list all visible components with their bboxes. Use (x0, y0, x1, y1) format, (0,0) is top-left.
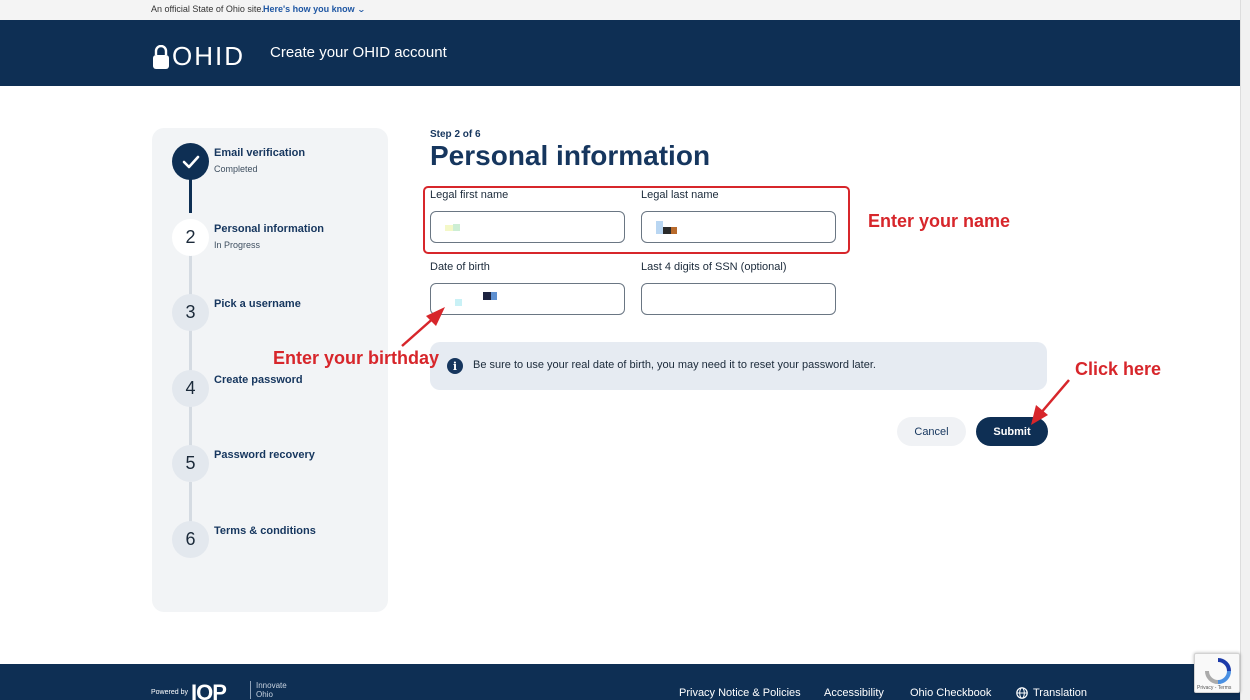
step-connector-5 (189, 482, 192, 522)
step-connector-1 (189, 178, 192, 213)
header-title: Create your OHID account (270, 44, 447, 61)
app-root: An official State of Ohio site. Here's h… (0, 0, 1250, 700)
redacted-text (483, 292, 491, 300)
step-connector-4 (189, 406, 192, 448)
step-4-title: Create password (214, 374, 303, 386)
iop-logo[interactable]: IOP (191, 680, 227, 700)
step-6-title: Terms & conditions (214, 525, 316, 537)
innovate-line-1: Innovate (256, 681, 287, 690)
innovate-line-2: Ohio (256, 690, 273, 699)
recaptcha-text: Privacy - Terms (1197, 685, 1232, 691)
redacted-text (455, 299, 462, 306)
step-2-circle: 2 (172, 219, 209, 256)
heres-how-you-know-link[interactable]: Here's how you know ⌄ (263, 4, 366, 14)
page-title: Personal information (430, 140, 711, 171)
birthday-arrow (401, 314, 438, 347)
dob-label: Date of birth (430, 261, 490, 273)
dob-input[interactable] (430, 283, 625, 315)
step-3-circle: 3 (172, 294, 209, 331)
annotation-enter-name: Enter your name (868, 211, 1011, 231)
cancel-button[interactable]: Cancel (897, 417, 966, 446)
chevron-down-icon: ⌄ (356, 4, 366, 14)
redacted-text (491, 292, 497, 300)
gov-banner-text: An official State of Ohio site. (151, 4, 264, 14)
info-text: Be sure to use your real date of birth, … (473, 359, 876, 371)
name-highlight-box (423, 186, 850, 254)
submit-button[interactable]: Submit (976, 417, 1048, 446)
step-connector-2 (189, 254, 192, 296)
page-scrollbar[interactable] (1240, 0, 1250, 700)
annotation-enter-birthday: Enter your birthday (273, 348, 440, 368)
powered-by-text: Powered by (151, 689, 188, 696)
check-icon (182, 155, 199, 168)
step-2-status: In Progress (214, 240, 261, 250)
heres-how-you-know-label: Here's how you know (263, 4, 355, 14)
step-5-title: Password recovery (214, 449, 315, 461)
footer-link-privacy[interactable]: Privacy Notice & Policies (679, 687, 801, 699)
step-1-status: Completed (214, 164, 258, 174)
step-1-title: Email verification (214, 147, 306, 159)
step-6-circle: 6 (172, 521, 209, 558)
step-4-circle: 4 (172, 370, 209, 407)
footer-link-translation[interactable]: Translation (1016, 687, 1087, 699)
footer-link-checkbook[interactable]: Ohio Checkbook (910, 687, 991, 699)
step-1-circle (172, 143, 209, 180)
logo-text: OHID (172, 41, 245, 71)
recaptcha-icon (1205, 658, 1231, 684)
footer-link-accessibility[interactable]: Accessibility (824, 687, 884, 699)
ssn-input[interactable] (641, 283, 836, 315)
info-icon: i (447, 358, 463, 374)
ssn-label: Last 4 digits of SSN (optional) (641, 261, 787, 273)
lock-icon (153, 44, 169, 69)
step-3-title: Pick a username (214, 298, 301, 310)
annotation-click-here: Click here (1075, 359, 1162, 379)
innovate-ohio-logo[interactable]: Innovate Ohio (250, 681, 287, 699)
gov-banner: An official State of Ohio site. Here's h… (0, 0, 1240, 20)
step-2-title: Personal information (214, 223, 325, 235)
step-connector-3 (189, 330, 192, 372)
step-5-circle: 5 (172, 445, 209, 482)
translation-label: Translation (1033, 687, 1088, 699)
recaptcha-badge[interactable]: Privacy - Terms (1194, 653, 1240, 693)
globe-icon (1016, 687, 1028, 699)
ohid-logo[interactable]: OHID (152, 41, 245, 72)
step-count: Step 2 of 6 (430, 129, 481, 140)
